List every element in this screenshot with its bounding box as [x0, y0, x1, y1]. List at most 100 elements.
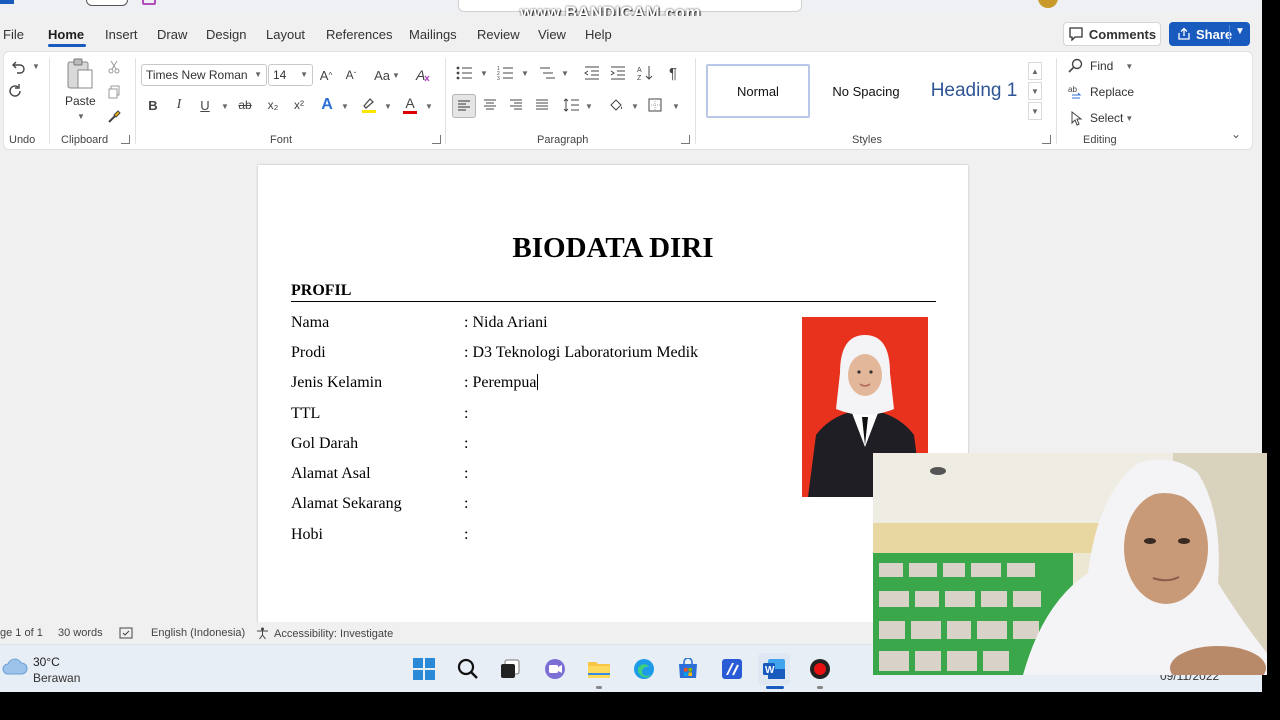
tab-draw[interactable]: Draw: [157, 27, 187, 42]
justify-icon[interactable]: [531, 94, 553, 116]
font-color-icon[interactable]: A: [399, 94, 421, 116]
tab-view[interactable]: View: [538, 27, 566, 42]
start-windows-icon[interactable]: [408, 653, 440, 685]
tab-design[interactable]: Design: [206, 27, 246, 42]
tab-review[interactable]: Review: [477, 27, 520, 42]
teams-chat-icon[interactable]: [539, 653, 571, 685]
microsoft-store-icon[interactable]: [672, 653, 704, 685]
collapse-ribbon-icon[interactable]: ⌄: [1231, 127, 1241, 141]
italic-icon[interactable]: I: [168, 94, 190, 116]
tab-home[interactable]: Home: [48, 27, 84, 42]
line-spacing-icon[interactable]: [560, 94, 582, 116]
text-effects-icon[interactable]: A: [316, 94, 338, 116]
subscript-icon[interactable]: x₂: [262, 94, 284, 116]
tab-mailings[interactable]: Mailings: [409, 27, 457, 42]
borders-dropdown-icon[interactable]: ▼: [672, 102, 680, 111]
chevron-down-icon[interactable]: ▼: [1235, 26, 1245, 37]
user-avatar[interactable]: [1038, 0, 1058, 8]
line-spacing-dropdown-icon[interactable]: ▼: [585, 102, 593, 111]
bullets-icon[interactable]: [453, 62, 475, 84]
accessibility-status[interactable]: Accessibility: Investigate: [256, 627, 393, 640]
section-heading: PROFIL: [291, 282, 352, 299]
tab-references[interactable]: References: [326, 27, 392, 42]
superscript-icon[interactable]: x²: [288, 94, 310, 116]
styles-launcher-icon[interactable]: [1042, 135, 1051, 144]
bold-icon[interactable]: B: [142, 94, 164, 116]
multilevel-list-icon[interactable]: [536, 62, 558, 84]
font-color-dropdown-icon[interactable]: ▼: [425, 102, 433, 111]
file-explorer-icon[interactable]: [583, 653, 615, 685]
weather-description[interactable]: Berawan: [33, 671, 80, 685]
task-view-icon[interactable]: [494, 653, 526, 685]
decrease-indent-icon[interactable]: [581, 62, 603, 84]
autosave-toggle[interactable]: [86, 0, 128, 6]
shading-dropdown-icon[interactable]: ▼: [631, 102, 639, 111]
word-app-icon[interactable]: W: [758, 653, 790, 685]
recorder-icon[interactable]: [804, 653, 836, 685]
replace-button[interactable]: ab Replace: [1068, 84, 1134, 100]
redo-icon[interactable]: [4, 80, 26, 102]
grow-font-icon[interactable]: A ^: [315, 64, 337, 86]
clear-formatting-icon[interactable]: A: [413, 64, 435, 86]
style-no-spacing[interactable]: No Spacing: [814, 64, 918, 118]
cut-icon[interactable]: [103, 56, 125, 78]
styles-scroll-up-icon[interactable]: ▲: [1028, 62, 1042, 80]
weather-temperature[interactable]: 30°C: [33, 655, 60, 669]
select-button[interactable]: Select ▼: [1068, 110, 1133, 126]
pilcrow-icon[interactable]: ¶: [662, 62, 684, 84]
underline-icon[interactable]: U: [194, 94, 216, 116]
paste-icon[interactable]: [64, 58, 96, 92]
sort-icon[interactable]: AZ: [634, 62, 656, 84]
underline-dropdown-icon[interactable]: ▼: [221, 102, 229, 111]
field-value-ttl: :: [464, 405, 469, 422]
styles-scroll-down-icon[interactable]: ▼: [1028, 82, 1042, 100]
style-heading-1[interactable]: Heading 1: [922, 64, 1026, 118]
undo-dropdown-icon[interactable]: ▼: [32, 62, 40, 71]
borders-icon[interactable]: [644, 94, 666, 116]
font-launcher-icon[interactable]: [432, 135, 441, 144]
increase-indent-icon[interactable]: [607, 62, 629, 84]
highlight-dropdown-icon[interactable]: ▼: [384, 102, 392, 111]
font-name-box[interactable]: Times New Roman ▼: [141, 64, 267, 86]
clipboard-launcher-icon[interactable]: [121, 135, 130, 144]
undo-icon[interactable]: [8, 56, 30, 78]
shading-icon[interactable]: [605, 94, 627, 116]
align-center-icon[interactable]: [479, 94, 501, 116]
numbering-icon[interactable]: 123: [494, 62, 516, 84]
cloud-icon[interactable]: [2, 657, 28, 680]
tab-help[interactable]: Help: [585, 27, 612, 42]
copy-icon[interactable]: [103, 81, 125, 103]
style-normal[interactable]: Normal: [706, 64, 810, 118]
format-painter-icon[interactable]: [103, 106, 125, 128]
paragraph-launcher-icon[interactable]: [681, 135, 690, 144]
font-size-box[interactable]: 14 ▼: [268, 64, 313, 86]
paste-dropdown-icon[interactable]: ▼: [77, 112, 85, 121]
edge-browser-icon[interactable]: [628, 653, 660, 685]
multilevel-dropdown-icon[interactable]: ▼: [561, 69, 569, 78]
align-right-icon[interactable]: [505, 94, 527, 116]
shrink-font-icon[interactable]: Aˇ: [340, 64, 362, 86]
document-page[interactable]: BIODATA DIRI PROFIL Nama : Nida Ariani P…: [258, 165, 968, 635]
text-effects-dropdown-icon[interactable]: ▼: [341, 102, 349, 111]
strikethrough-icon[interactable]: ab: [234, 94, 256, 116]
tab-file[interactable]: File: [3, 27, 24, 42]
highlight-icon[interactable]: [358, 94, 380, 116]
bullets-dropdown-icon[interactable]: ▼: [480, 69, 488, 78]
taskbar-search-icon[interactable]: [452, 653, 484, 685]
language-status[interactable]: English (Indonesia): [151, 627, 245, 639]
tab-insert[interactable]: Insert: [105, 27, 138, 42]
paste-label[interactable]: Paste: [65, 94, 96, 108]
word-count[interactable]: 30 words: [58, 627, 103, 639]
proofing-status[interactable]: [119, 627, 133, 639]
align-left-icon[interactable]: [452, 94, 476, 118]
editor-app-icon[interactable]: [716, 653, 748, 685]
share-button[interactable]: Share ▼: [1169, 22, 1250, 46]
group-label-paragraph: Paragraph: [537, 134, 589, 146]
tab-layout[interactable]: Layout: [266, 27, 305, 42]
styles-more-icon[interactable]: ▼: [1028, 102, 1042, 120]
change-case-icon[interactable]: Aa ▼: [370, 64, 404, 86]
find-button[interactable]: Find ▼: [1068, 58, 1133, 74]
comments-button[interactable]: Comments: [1063, 22, 1161, 46]
numbering-dropdown-icon[interactable]: ▼: [521, 69, 529, 78]
page-count[interactable]: ge 1 of 1: [0, 627, 43, 639]
